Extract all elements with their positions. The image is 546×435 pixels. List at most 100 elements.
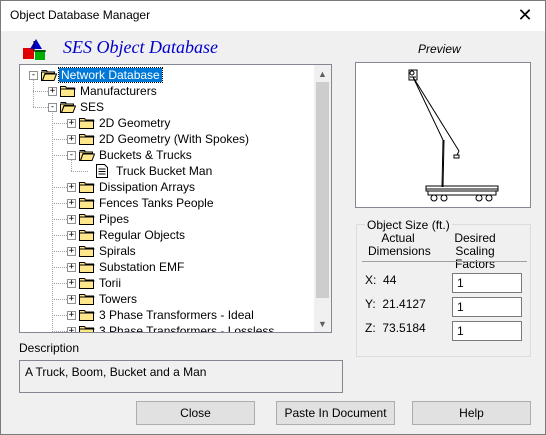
tree-item-label: Towers (99, 292, 138, 306)
folder-icon (79, 309, 95, 321)
tree-item[interactable]: + Dissipation Arrays (20, 179, 316, 195)
tree-item[interactable]: +2D Geometry (With Spokes) (20, 131, 316, 147)
tree-item-label: Substation EMF (99, 260, 185, 274)
tree-item[interactable]: +3 Phase Transformers - Lossless (20, 323, 316, 332)
axis-label: X: (365, 273, 377, 287)
folder-icon (60, 85, 76, 97)
tree-item-label: Torii (99, 276, 122, 290)
tree-item[interactable]: +2D Geometry (20, 115, 316, 131)
collapse-icon[interactable]: - (67, 151, 76, 160)
folder-icon (79, 325, 95, 332)
actual-dimensions-header: Actual Dimensions (368, 231, 431, 258)
actual-value: 73.5184 (382, 321, 426, 335)
expand-icon[interactable]: + (67, 183, 76, 192)
window-title: Object Database Manager (10, 8, 151, 22)
expand-icon[interactable]: + (67, 135, 76, 144)
truck-bucket-man-preview (408, 69, 499, 202)
document-icon (96, 164, 108, 178)
scroll-down-icon[interactable]: ▼ (314, 315, 331, 332)
close-button[interactable]: Close (136, 401, 255, 425)
app-heading: SES Object Database (63, 37, 218, 57)
tree-item[interactable]: Truck Bucket Man (20, 163, 316, 179)
folder-icon (79, 245, 95, 257)
scale-z-input[interactable] (452, 321, 522, 341)
scroll-up-icon[interactable]: ▲ (314, 65, 331, 82)
tree-item-label: 2D Geometry (With Spokes) (99, 132, 250, 146)
preview-pane (355, 62, 531, 208)
object-size-title: Object Size (ft.) (365, 218, 452, 232)
tree-item[interactable]: + Torii (20, 275, 316, 291)
scale-x-input[interactable] (452, 273, 522, 293)
folder-open-icon (60, 101, 77, 113)
collapse-icon[interactable]: - (29, 71, 38, 80)
folder-icon (79, 117, 95, 129)
tree-item-label: 3 Phase Transformers - Lossless (99, 324, 275, 332)
expand-icon[interactable]: + (67, 247, 76, 256)
folder-icon (79, 261, 95, 273)
folder-icon (79, 277, 95, 289)
tree-item[interactable]: + Manufacturers (20, 83, 316, 99)
expand-icon[interactable]: + (67, 279, 76, 288)
tree-content: - Network Database + Manufacturers - SES +2D G… (20, 65, 316, 332)
axis-label: Y: (365, 297, 376, 311)
tree-item-label: Dissipation Arrays (99, 180, 196, 194)
expand-icon[interactable]: + (67, 119, 76, 128)
folder-icon (79, 229, 95, 241)
tree-item[interactable]: + Regular Objects (20, 227, 316, 243)
folder-icon (79, 133, 95, 145)
scaling-factors-header: Desired Scaling Factors (454, 231, 496, 271)
expand-icon[interactable]: + (67, 231, 76, 240)
scroll-thumb[interactable] (316, 82, 329, 298)
axis-label: Z: (365, 321, 376, 335)
tree-scrollbar[interactable]: ▲ ▼ (314, 65, 331, 332)
tree-item[interactable]: - Network Database (20, 67, 316, 83)
tree-item-label: Fences Tanks People (99, 196, 214, 210)
actual-value: 21.4127 (382, 297, 426, 311)
tree-item[interactable]: + Towers (20, 291, 316, 307)
actual-value: 44 (383, 273, 397, 287)
tree-item-label: SES (80, 100, 105, 114)
expand-icon[interactable]: + (67, 327, 76, 332)
description-box: A Truck, Boom, Bucket and a Man (19, 360, 343, 393)
tree-item-label: Truck Bucket Man (116, 164, 213, 178)
expand-icon[interactable]: + (67, 215, 76, 224)
expand-icon[interactable]: + (67, 295, 76, 304)
folder-icon (79, 181, 95, 193)
expand-icon[interactable]: + (67, 199, 76, 208)
dim-row-x: X: 44 (365, 273, 396, 287)
close-icon[interactable]: ✕ (511, 3, 539, 27)
expand-icon[interactable]: + (67, 311, 76, 320)
tree-item-label: 2D Geometry (99, 116, 171, 130)
folder-open-icon (79, 149, 96, 161)
tree-item-label: Network Database (58, 67, 163, 83)
tree-item[interactable]: - Buckets & Trucks (20, 147, 316, 163)
app-logo-icon (23, 39, 46, 60)
folder-icon (79, 197, 95, 209)
header-divider (362, 261, 527, 262)
help-button[interactable]: Help (412, 401, 531, 425)
folder-icon (79, 213, 95, 225)
database-tree[interactable]: - Network Database + Manufacturers - SES +2D G… (19, 64, 332, 333)
collapse-icon[interactable]: - (48, 103, 57, 112)
expand-icon[interactable]: + (67, 263, 76, 272)
tree-item-label: Pipes (99, 212, 130, 226)
tree-item[interactable]: + Spirals (20, 243, 316, 259)
dim-row-y: Y: 21.4127 (365, 297, 426, 311)
tree-guide-line (71, 171, 88, 172)
tree-item[interactable]: + Pipes (20, 211, 316, 227)
paste-in-document-button[interactable]: Paste In Document (276, 401, 395, 425)
tree-item-label: Regular Objects (99, 228, 186, 242)
tree-item[interactable]: +3 Phase Transformers - Ideal (20, 307, 316, 323)
description-label: Description (19, 341, 80, 355)
tree-item-label: Buckets & Trucks (99, 148, 192, 162)
folder-open-icon (41, 69, 58, 81)
tree-item[interactable]: - SES (20, 99, 316, 115)
tree-item[interactable]: + Substation EMF (20, 259, 316, 275)
tree-item-label: Manufacturers (80, 84, 157, 98)
title-bar[interactable]: Object Database Manager ✕ (1, 1, 545, 31)
preview-label: Preview (418, 42, 461, 56)
expand-icon[interactable]: + (48, 87, 57, 96)
folder-icon (79, 293, 95, 305)
scale-y-input[interactable] (452, 297, 522, 317)
tree-item[interactable]: + Fences Tanks People (20, 195, 316, 211)
